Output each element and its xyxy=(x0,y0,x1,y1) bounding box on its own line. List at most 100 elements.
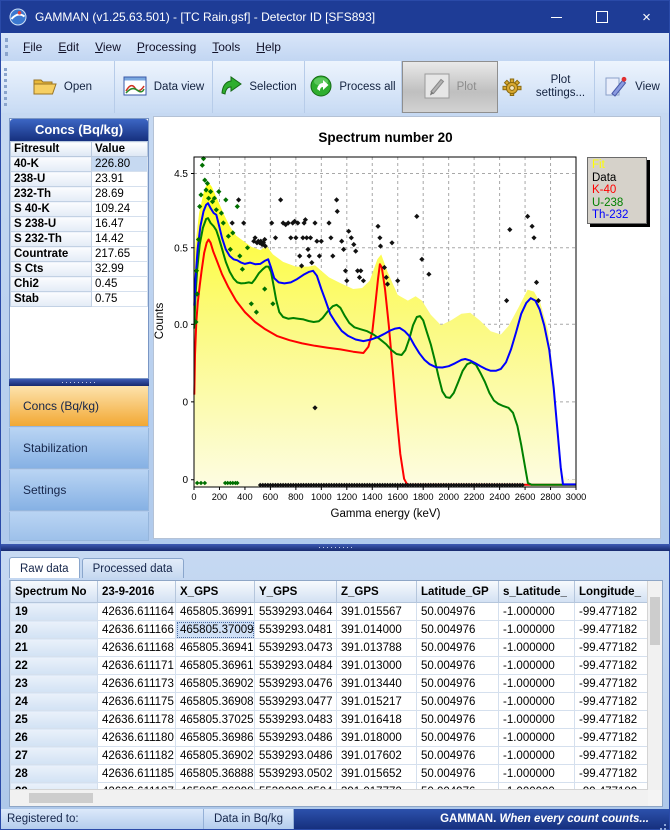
fitresult-value[interactable]: 14.42 xyxy=(92,232,148,247)
data-cell[interactable]: 42636.611185 xyxy=(98,765,176,783)
data-cell[interactable]: 5539293.0483 xyxy=(255,711,337,729)
data-cell[interactable]: 391.015567 xyxy=(337,603,417,621)
column-header-s-latitude-[interactable]: s_Latitude_ xyxy=(499,581,575,603)
data-cell[interactable]: 42636.611180 xyxy=(98,729,176,747)
fitresult-label[interactable]: 232-Th xyxy=(11,187,92,202)
sidebar-button-stabilization[interactable]: Stabilization xyxy=(9,428,149,469)
column-header-x-gps[interactable]: X_GPS xyxy=(176,581,255,603)
fitresult-value[interactable]: 0.75 xyxy=(92,292,148,307)
data-cell[interactable]: 465805.36941 xyxy=(176,639,255,657)
data-cell[interactable]: 5539293.0484 xyxy=(255,657,337,675)
column-header-latitude-gp[interactable]: Latitude_GP xyxy=(417,581,499,603)
data-cell[interactable]: 42636.611164 xyxy=(98,603,176,621)
fitresult-label[interactable]: Countrate xyxy=(11,247,92,262)
plot-button[interactable]: Plot xyxy=(402,61,498,113)
fitresult-label[interactable]: Chi2 xyxy=(11,277,92,292)
column-header-z-gps[interactable]: Z_GPS xyxy=(337,581,417,603)
data-cell[interactable]: 50.004976 xyxy=(417,639,499,657)
data-cell[interactable]: 50.004976 xyxy=(417,711,499,729)
fitresult-value[interactable]: 32.99 xyxy=(92,262,148,277)
menu-edit[interactable]: Edit xyxy=(50,35,87,59)
horizontal-scrollbar[interactable] xyxy=(10,789,648,806)
data-cell[interactable]: 50.004976 xyxy=(417,747,499,765)
column-header-y-gps[interactable]: Y_GPS xyxy=(255,581,337,603)
fitresult-label[interactable]: Stab xyxy=(11,292,92,307)
data-cell[interactable]: 465805.36986 xyxy=(176,729,255,747)
data-cell[interactable]: 42636.611175 xyxy=(98,693,176,711)
data-cell[interactable]: 391.017602 xyxy=(337,747,417,765)
data-cell[interactable]: 42636.611178 xyxy=(98,711,176,729)
data-view-button[interactable]: Data view xyxy=(115,61,213,113)
data-cell[interactable]: 50.004976 xyxy=(417,693,499,711)
open-button[interactable]: Open xyxy=(11,61,115,113)
data-cell[interactable]: 50.004976 xyxy=(417,621,499,639)
data-cell[interactable]: -99.477182 xyxy=(575,621,649,639)
minimize-button[interactable] xyxy=(534,1,579,33)
fitresult-value[interactable]: 226.80 xyxy=(92,157,148,172)
left-panel-splitter[interactable]: ········· xyxy=(9,379,149,386)
data-cell[interactable]: 391.013440 xyxy=(337,675,417,693)
plot-settings-button[interactable]: Plot settings... xyxy=(498,61,595,113)
menu-file[interactable]: File xyxy=(15,35,50,59)
spectrum-no-cell[interactable]: 24 xyxy=(11,693,98,711)
data-cell[interactable]: 42636.611166 xyxy=(98,621,176,639)
data-cell[interactable]: 5539293.0476 xyxy=(255,675,337,693)
data-cell[interactable]: -99.477182 xyxy=(575,675,649,693)
data-cell[interactable]: 391.015652 xyxy=(337,765,417,783)
fitresult-label[interactable]: S Cts xyxy=(11,262,92,277)
data-cell[interactable]: -1.000000 xyxy=(499,711,575,729)
data-cell[interactable]: 42636.611173 xyxy=(98,675,176,693)
menu-tools[interactable]: Tools xyxy=(204,35,248,59)
fitresult-label[interactable]: S 40-K xyxy=(11,202,92,217)
fitresult-value[interactable]: 16.47 xyxy=(92,217,148,232)
vertical-scrollbar[interactable] xyxy=(647,581,662,790)
data-cell[interactable]: -1.000000 xyxy=(499,639,575,657)
data-cell[interactable]: 42636.611168 xyxy=(98,639,176,657)
resize-grip[interactable] xyxy=(664,824,666,826)
data-cell[interactable]: 391.018000 xyxy=(337,729,417,747)
data-cell[interactable]: -1.000000 xyxy=(499,675,575,693)
data-cell[interactable]: 391.013000 xyxy=(337,657,417,675)
close-button[interactable]: × xyxy=(624,1,669,33)
data-cell[interactable]: 465805.36991 xyxy=(176,603,255,621)
data-cell[interactable]: 5539293.0486 xyxy=(255,729,337,747)
data-cell[interactable]: -1.000000 xyxy=(499,765,575,783)
fitresult-label[interactable]: S 232-Th xyxy=(11,232,92,247)
data-cell[interactable]: 50.004976 xyxy=(417,675,499,693)
fitresult-label[interactable]: 238-U xyxy=(11,172,92,187)
spectrum-no-cell[interactable]: 22 xyxy=(11,657,98,675)
data-cell[interactable]: -99.477182 xyxy=(575,657,649,675)
data-cell[interactable]: 50.004976 xyxy=(417,765,499,783)
data-cell[interactable]: 5539293.0477 xyxy=(255,693,337,711)
sidebar-button-concs[interactable]: Concs (Bq/kg) xyxy=(9,386,149,427)
data-cell[interactable]: -1.000000 xyxy=(499,657,575,675)
data-cell[interactable]: -99.477182 xyxy=(575,747,649,765)
horizontal-splitter[interactable]: ········· xyxy=(1,544,670,551)
fitresult-value[interactable]: 23.91 xyxy=(92,172,148,187)
data-cell[interactable]: 391.015217 xyxy=(337,693,417,711)
data-cell[interactable]: 5539293.0486 xyxy=(255,747,337,765)
data-cell[interactable]: 465805.36902 xyxy=(176,675,255,693)
data-cell[interactable]: 465805.36961 xyxy=(176,657,255,675)
data-cell[interactable]: 391.013788 xyxy=(337,639,417,657)
data-cell[interactable]: -99.477182 xyxy=(575,711,649,729)
data-cell[interactable]: 391.014000 xyxy=(337,621,417,639)
sidebar-button-settings[interactable]: Settings xyxy=(9,470,149,511)
data-cell[interactable]: 465805.37025 xyxy=(176,711,255,729)
menubar-grip[interactable] xyxy=(5,38,8,56)
data-cell[interactable]: 465805.36908 xyxy=(176,693,255,711)
spectrum-plot[interactable]: 0200400600800100012001400160018002000220… xyxy=(154,117,660,538)
column-header-longitude-[interactable]: Longitude_ xyxy=(575,581,649,603)
toolbar-grip[interactable] xyxy=(4,68,7,106)
data-cell[interactable]: -99.477182 xyxy=(575,693,649,711)
data-cell[interactable]: -99.477182 xyxy=(575,639,649,657)
data-cell[interactable]: 50.004976 xyxy=(417,729,499,747)
tab-raw-data[interactable]: Raw data xyxy=(9,557,80,578)
data-cell[interactable]: -1.000000 xyxy=(499,693,575,711)
data-cell[interactable]: 391.016418 xyxy=(337,711,417,729)
spectrum-no-cell[interactable]: 19 xyxy=(11,603,98,621)
fitresult-value[interactable]: 109.24 xyxy=(92,202,148,217)
spectrum-no-cell[interactable]: 28 xyxy=(11,765,98,783)
fitresult-value[interactable]: 0.45 xyxy=(92,277,148,292)
maximize-button[interactable] xyxy=(579,1,624,33)
